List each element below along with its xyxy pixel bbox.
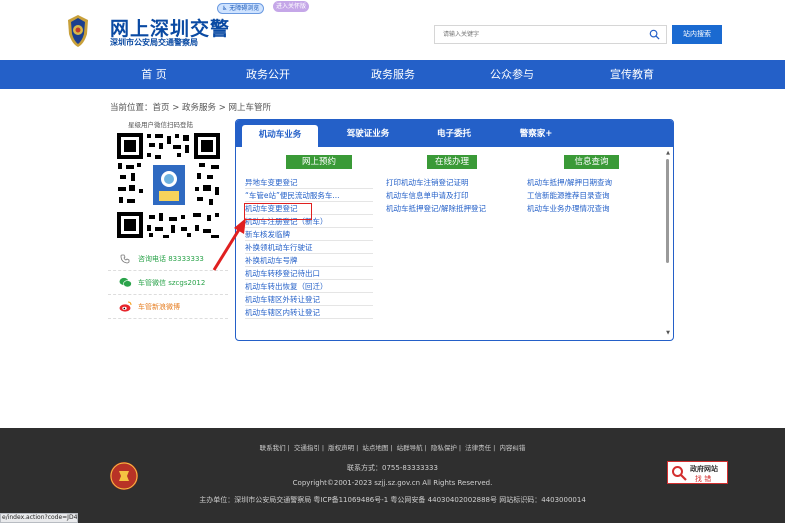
link-temp-plate[interactable]: 新车核发临牌 xyxy=(245,228,373,241)
sidebar-item-label: 咨询电话 83333333 xyxy=(138,254,204,263)
footer-host-info: 主办单位：深圳市公安局交通警察局 粤ICP备11069486号-1 粤公网安备 … xyxy=(199,496,586,504)
tab-e-entrust[interactable]: 电子委托 xyxy=(418,124,490,145)
nav-item-gov-affairs[interactable]: 政务公开 xyxy=(208,60,328,89)
link-transfer-inside[interactable]: 机动车辖区内转让登记 xyxy=(245,306,373,319)
gov-badge-subtitle: 找 错 xyxy=(695,475,712,483)
site-header: 网上深圳交警 深圳市公安局交通警察局 ♿ 无障碍浏览 进入关怀版 站内搜索 xyxy=(0,0,785,60)
col-header-online-process: 在线办理 xyxy=(427,155,477,169)
sidebar-item-label: 车管新浪微博 xyxy=(138,302,180,311)
search-icon[interactable] xyxy=(649,29,660,40)
breadcrumb: 当前位置：首页 > 政务服务 > 网上车管所 xyxy=(110,103,272,113)
tab-license-business[interactable]: 驾驶证业务 xyxy=(332,124,404,145)
weibo-icon xyxy=(118,301,132,313)
nav-item-home[interactable]: 首 页 xyxy=(94,60,214,89)
wechat-icon xyxy=(118,277,132,289)
browser-status-url: e/index.action?code=JD47 xyxy=(0,513,78,523)
footer-link-contact[interactable]: 联系我们 xyxy=(260,444,286,452)
elder-mode-button[interactable]: 进入关怀版 xyxy=(273,1,310,12)
qr-caption: 星级用户微信扫码登陆 xyxy=(128,121,193,129)
scroll-down-arrow-icon[interactable]: ▼ xyxy=(665,330,671,336)
link-transfer-export[interactable]: 机动车转移登记待出口 xyxy=(245,267,373,280)
gov-error-report-badge[interactable]: 政府网站 找 错 xyxy=(667,461,728,484)
scroll-up-arrow-icon[interactable]: ▲ xyxy=(665,150,671,156)
nav-item-publicity[interactable]: 宣传教育 xyxy=(572,60,692,89)
sidebar-item-weibo[interactable]: 车管新浪微博 xyxy=(108,295,228,319)
accessibility-button[interactable]: ♿ 无障碍浏览 xyxy=(217,3,265,14)
highlight-annotation-box xyxy=(244,203,312,220)
footer-link-error-report[interactable]: 内容纠错 xyxy=(499,444,525,452)
col-header-online-booking: 网上预约 xyxy=(286,155,352,169)
search-input[interactable] xyxy=(435,26,635,43)
footer-link-privacy[interactable]: 隐私保护 xyxy=(431,444,457,452)
link-transfer-return[interactable]: 机动车转出恢复（回迁） xyxy=(245,280,373,293)
tab-police-home[interactable]: 警察家+ xyxy=(500,124,572,145)
panel-scrollbar[interactable]: ▲ ▼ xyxy=(665,150,671,336)
link-replace-license[interactable]: 补换领机动车行驶证 xyxy=(245,241,373,254)
service-panel: 机动车业务 驾驶证业务 电子委托 警察家+ 网上预约 在线办理 信息查询 异地车… xyxy=(235,119,674,341)
link-new-energy-catalog-query[interactable]: 工信新能源推荐目录查询 xyxy=(527,189,662,202)
gov-badge-title: 政府网站 xyxy=(690,465,718,473)
link-mortgage-register[interactable]: 机动车抵押登记/解除抵押登记 xyxy=(386,202,521,215)
link-print-cancel-cert[interactable]: 打印机动车注销登记证明 xyxy=(386,176,521,189)
scroll-thumb[interactable] xyxy=(666,159,669,263)
nav-item-gov-services[interactable]: 政务服务 xyxy=(333,60,453,89)
panel-tab-bar: 机动车业务 驾驶证业务 电子委托 警察家+ xyxy=(236,120,673,147)
magnifier-icon xyxy=(672,466,687,481)
link-business-status-query[interactable]: 机动车业务办理情况查询 xyxy=(527,202,662,215)
footer-link-traffic-guide[interactable]: 交通指引 xyxy=(294,444,320,452)
party-government-badge-icon[interactable] xyxy=(110,462,138,490)
footer-links: 联系我们 | 交通指引 | 版权声明 | 站点地图 | 站群导航 | 隐私保护 | 法律责任… xyxy=(259,444,526,452)
link-mortgage-date-query[interactable]: 机动车抵押/解押日期查询 xyxy=(527,176,662,189)
main-nav: 首 页 政务公开 政务服务 公众参与 宣传教育 xyxy=(0,60,785,89)
site-subtitle: 深圳市公安局交通警察局 xyxy=(110,38,198,47)
link-replace-plate[interactable]: 补换机动车号牌 xyxy=(245,254,373,267)
col-header-info-query: 信息查询 xyxy=(564,155,619,169)
query-link-list: 机动车抵押/解押日期查询 工信新能源推荐目录查询 机动车业务办理情况查询 xyxy=(527,176,662,215)
footer-link-site-group[interactable]: 站群导航 xyxy=(397,444,423,452)
accessibility-label: 无障碍浏览 xyxy=(229,5,260,12)
link-vehicle-info-sheet[interactable]: 机动车信息单申请及打印 xyxy=(386,189,521,202)
link-transfer-outside[interactable]: 机动车辖区外转让登记 xyxy=(245,293,373,306)
police-emblem-icon xyxy=(68,15,88,47)
phone-icon xyxy=(118,253,132,265)
search-button[interactable]: 站内搜索 xyxy=(672,25,722,44)
footer-link-legal[interactable]: 法律责任 xyxy=(465,444,491,452)
footer-link-copyright[interactable]: 版权声明 xyxy=(328,444,354,452)
process-link-list: 打印机动车注销登记证明 机动车信息单申请及打印 机动车抵押登记/解除抵押登记 xyxy=(386,176,521,215)
search-box xyxy=(434,25,667,44)
link-remote-vehicle-change[interactable]: 异地车变更登记 xyxy=(245,176,373,189)
booking-link-list: 异地车变更登记 “车管e站”便民流动服务车... 机动车变更登记 机动车注册登记… xyxy=(245,176,373,319)
nav-item-public-participation[interactable]: 公众参与 xyxy=(452,60,572,89)
annotation-arrow-icon xyxy=(212,218,246,271)
sidebar-item-wechat[interactable]: 车管微信 szcgs2012 xyxy=(108,271,228,295)
wechat-qr-code xyxy=(115,131,222,240)
tab-vehicle-business[interactable]: 机动车业务 xyxy=(242,125,318,147)
link-e-station-service[interactable]: “车管e站”便民流动服务车... xyxy=(245,189,373,202)
sidebar-item-label: 车管微信 szcgs2012 xyxy=(138,278,206,287)
footer-link-sitemap[interactable]: 站点地图 xyxy=(362,444,388,452)
